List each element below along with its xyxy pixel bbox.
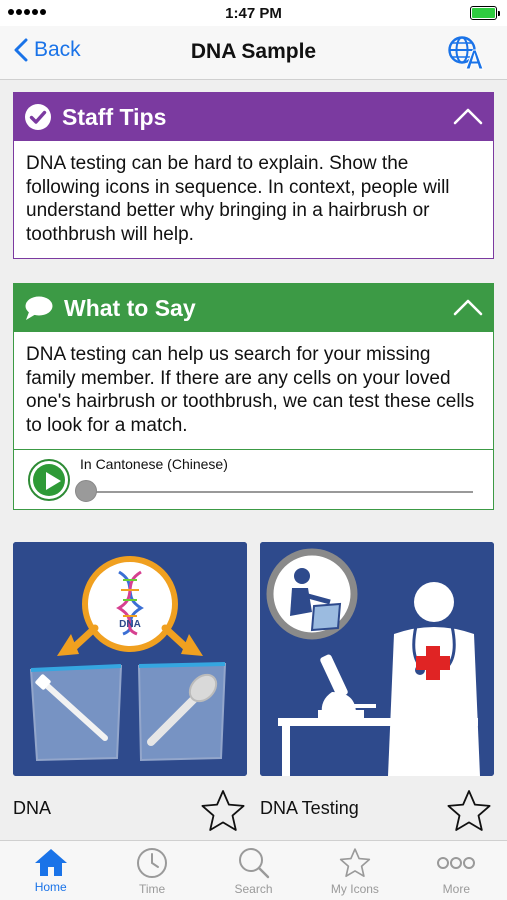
status-bar: 1:47 PM (0, 0, 507, 26)
staff-tips-header[interactable]: Staff Tips (14, 93, 493, 141)
what-to-say-title: What to Say (64, 294, 196, 321)
dna-card-image[interactable]: DNA (13, 542, 247, 776)
chevron-left-icon (14, 38, 28, 62)
content-area: Staff Tips DNA testing can be hard to ex… (0, 80, 507, 840)
battery-icon (470, 6, 500, 20)
tab-more-label: More (442, 882, 470, 896)
tab-more[interactable]: More (406, 841, 507, 900)
dna-card-label: DNA (13, 798, 52, 818)
what-to-say-panel: What to Say DNA testing can help us sear… (13, 283, 494, 510)
chevron-up-icon[interactable] (453, 105, 483, 132)
navigation-bar: Back DNA Sample (0, 26, 507, 80)
globe-translate-icon (448, 36, 484, 70)
tab-search[interactable]: Search (203, 841, 304, 900)
more-dots-icon (437, 857, 476, 869)
star-icon (201, 790, 245, 831)
dna-card-text: DNA (119, 619, 141, 630)
tab-home[interactable]: Home (0, 841, 101, 900)
home-icon (34, 849, 67, 876)
play-button[interactable] (28, 459, 70, 501)
favorite-star-button[interactable] (446, 788, 492, 839)
speech-bubble-icon (24, 295, 54, 321)
audio-player: In Cantonese (Chinese) (14, 449, 493, 509)
what-to-say-header[interactable]: What to Say (14, 284, 493, 332)
chevron-up-icon[interactable] (453, 296, 483, 323)
audio-scrubber-knob[interactable] (75, 480, 97, 502)
tab-time-label: Time (138, 882, 166, 896)
favorite-star-button[interactable] (200, 788, 246, 839)
staff-tips-title: Staff Tips (62, 103, 167, 130)
checkmark-icon (24, 103, 52, 131)
tab-my-icons[interactable]: My Icons (304, 841, 405, 900)
tab-bar: Home Time Search My Icons More (0, 840, 507, 900)
tab-time[interactable]: Time (101, 841, 202, 900)
audio-language-label: In Cantonese (Chinese) (80, 456, 228, 472)
star-icon (339, 848, 371, 878)
tab-my-icons-label: My Icons (330, 882, 379, 896)
tab-search-label: Search (234, 882, 273, 896)
staff-tips-panel: Staff Tips DNA testing can be hard to ex… (13, 92, 494, 259)
audio-progress-track[interactable] (86, 491, 473, 493)
back-label: Back (34, 38, 81, 61)
back-button[interactable]: Back (14, 38, 81, 62)
staff-tips-text: DNA testing can be hard to explain. Show… (26, 153, 450, 245)
star-icon (447, 790, 491, 831)
doctor-microscope-illustration (260, 542, 494, 776)
tab-home-label: Home (34, 880, 67, 894)
translate-button[interactable] (447, 35, 485, 76)
dna-testing-card-label: DNA Testing (260, 798, 359, 818)
search-icon (238, 848, 269, 879)
status-time: 1:47 PM (225, 5, 282, 22)
dna-hairbrush-toothbrush-illustration: DNA (13, 542, 247, 776)
what-to-say-text: DNA testing can help us search for your … (26, 344, 475, 436)
clock-icon (137, 848, 168, 878)
dna-testing-card-image[interactable] (260, 542, 494, 776)
